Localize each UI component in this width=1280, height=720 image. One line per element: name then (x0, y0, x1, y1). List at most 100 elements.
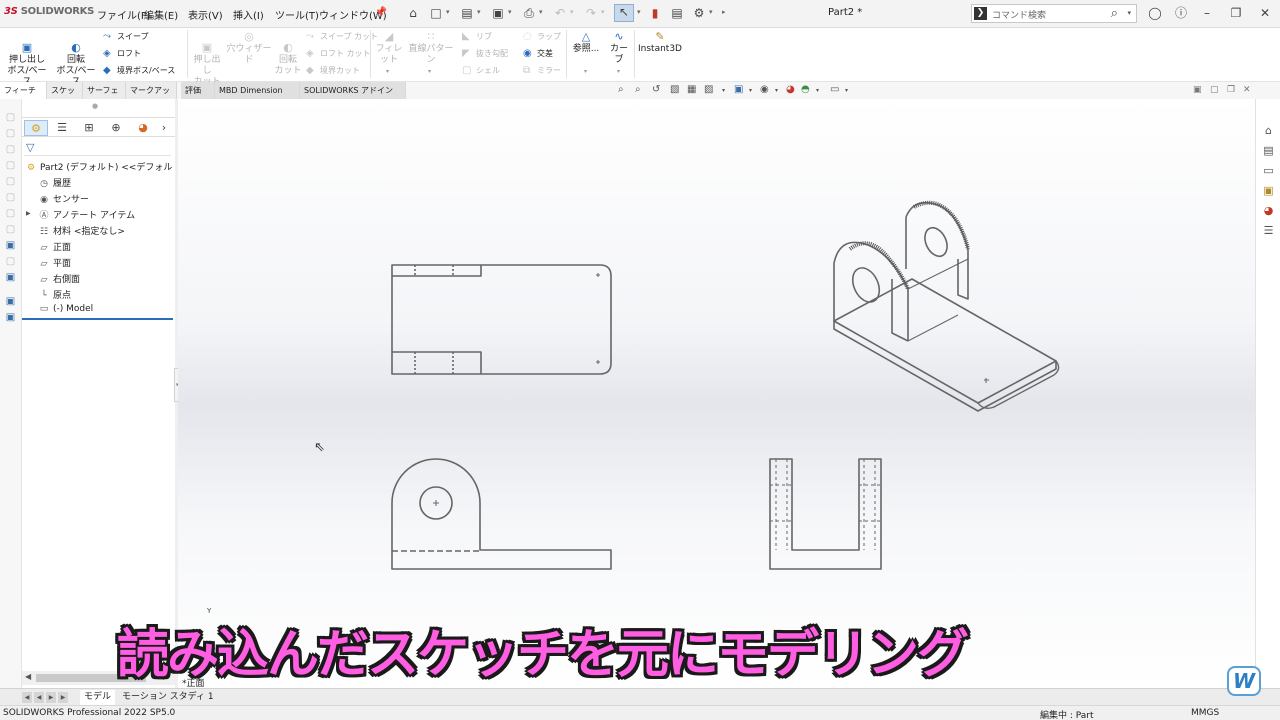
view-settings-caret-icon[interactable]: ▾ (845, 87, 848, 94)
rib-button[interactable]: ◣ リブ (462, 31, 492, 42)
minimize-icon[interactable]: – (1199, 5, 1215, 21)
strip-tool-icon[interactable]: ▢ (4, 175, 17, 188)
fillet-caret-icon[interactable]: ▾ (386, 68, 389, 75)
open-caret-icon[interactable]: ▾ (477, 8, 481, 16)
strip-tool-icon[interactable]: ▢ (4, 111, 17, 124)
tree-item-top-plane[interactable]: ▱ 平面 (38, 256, 71, 269)
pin-icon[interactable]: 📌 (374, 6, 388, 20)
menu-insert[interactable]: 挿入(I) (233, 7, 264, 22)
previous-view-icon[interactable]: ↺ (652, 84, 660, 95)
model-canvas[interactable] (178, 99, 1255, 688)
file-properties-icon[interactable]: ▤ (670, 6, 684, 20)
new-document-icon[interactable]: □ (429, 6, 443, 20)
extrude-cut-button[interactable]: ▣押し出し カット (191, 31, 223, 88)
appearances-icon[interactable]: ◕ (1261, 203, 1276, 218)
strip-tool-icon[interactable]: ▣ (4, 295, 17, 308)
extrude-boss-button[interactable]: ▣押し出し ボス/ベース (6, 31, 48, 88)
quick-access-more-icon[interactable]: ▸ (722, 8, 726, 16)
display-style-icon[interactable]: ▣ (734, 84, 743, 95)
undo-caret-icon[interactable]: ▾ (570, 8, 574, 16)
display-style-caret-icon[interactable]: ▾ (749, 87, 752, 94)
save-caret-icon[interactable]: ▾ (508, 8, 512, 16)
zoom-to-area-icon[interactable]: ⌕ (635, 84, 641, 95)
strip-tool-icon[interactable]: ▢ (4, 223, 17, 236)
dimxpertmanager-tab-icon[interactable]: ⊕ (104, 120, 128, 136)
scene-caret-icon[interactable]: ▾ (816, 87, 819, 94)
rollback-bar[interactable] (22, 318, 173, 320)
loft-button[interactable]: ◈ ロフト (103, 48, 141, 59)
view-settings-icon[interactable]: ▭ (830, 84, 839, 95)
menu-tools[interactable]: ツール(T) (275, 7, 319, 22)
hide-show-items-icon[interactable]: ◉ (760, 84, 769, 95)
boundary-cut-button[interactable]: ◆ 境界カット (306, 65, 360, 76)
section-view-icon[interactable]: ▧ (670, 84, 679, 95)
tab-features[interactable]: フィーチャー (0, 82, 47, 112)
viewport-tile-icon[interactable]: ▣ (1193, 85, 1202, 95)
view-orientation-icon[interactable]: ▨ (704, 84, 713, 95)
fillet-button[interactable]: ◢ フィレット (373, 31, 405, 66)
sweep-cut-button[interactable]: ⤳ スイープ カット (306, 31, 378, 42)
search-icon[interactable]: ⌕ (1111, 6, 1118, 21)
account-icon[interactable]: ◯ (1147, 5, 1163, 21)
solidworks-resources-icon[interactable]: ⌂ (1261, 123, 1276, 138)
viewport-restore-icon[interactable]: ❐ (1227, 85, 1235, 95)
zoom-to-fit-icon[interactable]: ⌕ (618, 84, 624, 95)
tree-item-model-sketch[interactable]: ▭ (-) Model (38, 304, 93, 314)
viewport-close-icon[interactable]: ✕ (1243, 85, 1251, 95)
undo-icon[interactable]: ↶ (553, 6, 567, 20)
strip-tool-icon[interactable]: ▣ (4, 271, 17, 284)
curves-caret-icon[interactable]: ▾ (617, 68, 620, 75)
close-icon[interactable]: ✕ (1257, 5, 1273, 21)
instant3d-button[interactable]: ✎ Instant3D (637, 31, 683, 55)
filter-icon[interactable]: ▽ (26, 141, 34, 154)
strip-tool-icon[interactable]: ▢ (4, 207, 17, 220)
tree-item-history[interactable]: ◷ 履歴 (38, 176, 71, 189)
next-tab-icon[interactable]: ▶ (46, 692, 56, 703)
hole-wizard-button[interactable]: ◎ 穴ウィザード (226, 31, 272, 66)
revolve-boss-button[interactable]: ◐回転 ボス/ベース (54, 31, 98, 88)
redo-icon[interactable]: ↷ (584, 6, 598, 20)
draft-button[interactable]: ◤ 抜き勾配 (462, 48, 508, 59)
revolve-cut-button[interactable]: ◐ 回転 カット (274, 31, 302, 77)
panel-grip[interactable]: ● (92, 102, 98, 110)
tab-markup[interactable]: マークアップ (126, 82, 177, 112)
strip-tool-icon[interactable]: ▢ (4, 159, 17, 172)
apply-scene-icon[interactable]: ◓ (801, 84, 810, 95)
loft-cut-button[interactable]: ◈ ロフト カット (306, 48, 371, 59)
custom-properties-icon[interactable]: ☰ (1261, 223, 1276, 238)
options-caret-icon[interactable]: ▾ (709, 8, 713, 16)
tree-item-right-plane[interactable]: ▱ 右側面 (38, 272, 80, 285)
mirror-button[interactable]: ⧉ ミラー (523, 65, 561, 76)
filter-field[interactable] (24, 155, 171, 156)
status-units[interactable]: MMGS (1191, 708, 1219, 718)
reference-geometry-button[interactable]: △ 参照... (569, 31, 603, 55)
tree-item-front-plane[interactable]: ▱ 正面 (38, 240, 71, 253)
tab-sketch[interactable]: スケッチ (47, 82, 83, 112)
view-palette-icon[interactable]: ▣ (1261, 183, 1276, 198)
strip-tool-icon[interactable]: ▢ (4, 255, 17, 268)
linear-pattern-button[interactable]: ∷ 直線パターン (407, 31, 455, 66)
tab-solidworks-addins[interactable]: SOLIDWORKS アドイン (300, 82, 406, 99)
new-caret-icon[interactable]: ▾ (446, 8, 450, 16)
tree-item-sensors[interactable]: ◉ センサー (38, 192, 89, 205)
intersect-button[interactable]: ◉ 交差 (523, 48, 553, 59)
scroll-left-icon[interactable]: ◀ (25, 672, 31, 681)
tree-item-annotations[interactable]: Ⓐ アノテート アイテム (38, 208, 135, 221)
previous-tab-icon[interactable]: ◀ (34, 692, 44, 703)
sweep-button[interactable]: ⤳ スイープ (103, 31, 149, 42)
strip-tool-icon[interactable]: ▢ (4, 191, 17, 204)
reference-caret-icon[interactable]: ▾ (584, 68, 587, 75)
menu-view[interactable]: 表示(V) (188, 7, 223, 22)
tab-model[interactable]: モデル (80, 690, 116, 705)
print-icon[interactable]: ⎙ (522, 6, 536, 20)
expand-chevron-icon[interactable]: ▶ (26, 210, 31, 217)
edit-appearance-icon[interactable]: ◕ (786, 84, 795, 95)
select-caret-icon[interactable]: ▾ (637, 8, 641, 16)
open-folder-icon[interactable]: ▤ (460, 6, 474, 20)
viewport-minimize-icon[interactable]: ▢ (1210, 85, 1219, 95)
first-tab-icon[interactable]: ◀ (22, 692, 32, 703)
menu-edit[interactable]: 編集(E) (144, 7, 178, 22)
featuremanager-tab-icon[interactable]: ⚙ (24, 120, 48, 136)
solidworks-logo[interactable]: 3S SOLIDWORKS (4, 6, 94, 17)
more-tabs-chevron-icon[interactable]: › (156, 120, 172, 136)
